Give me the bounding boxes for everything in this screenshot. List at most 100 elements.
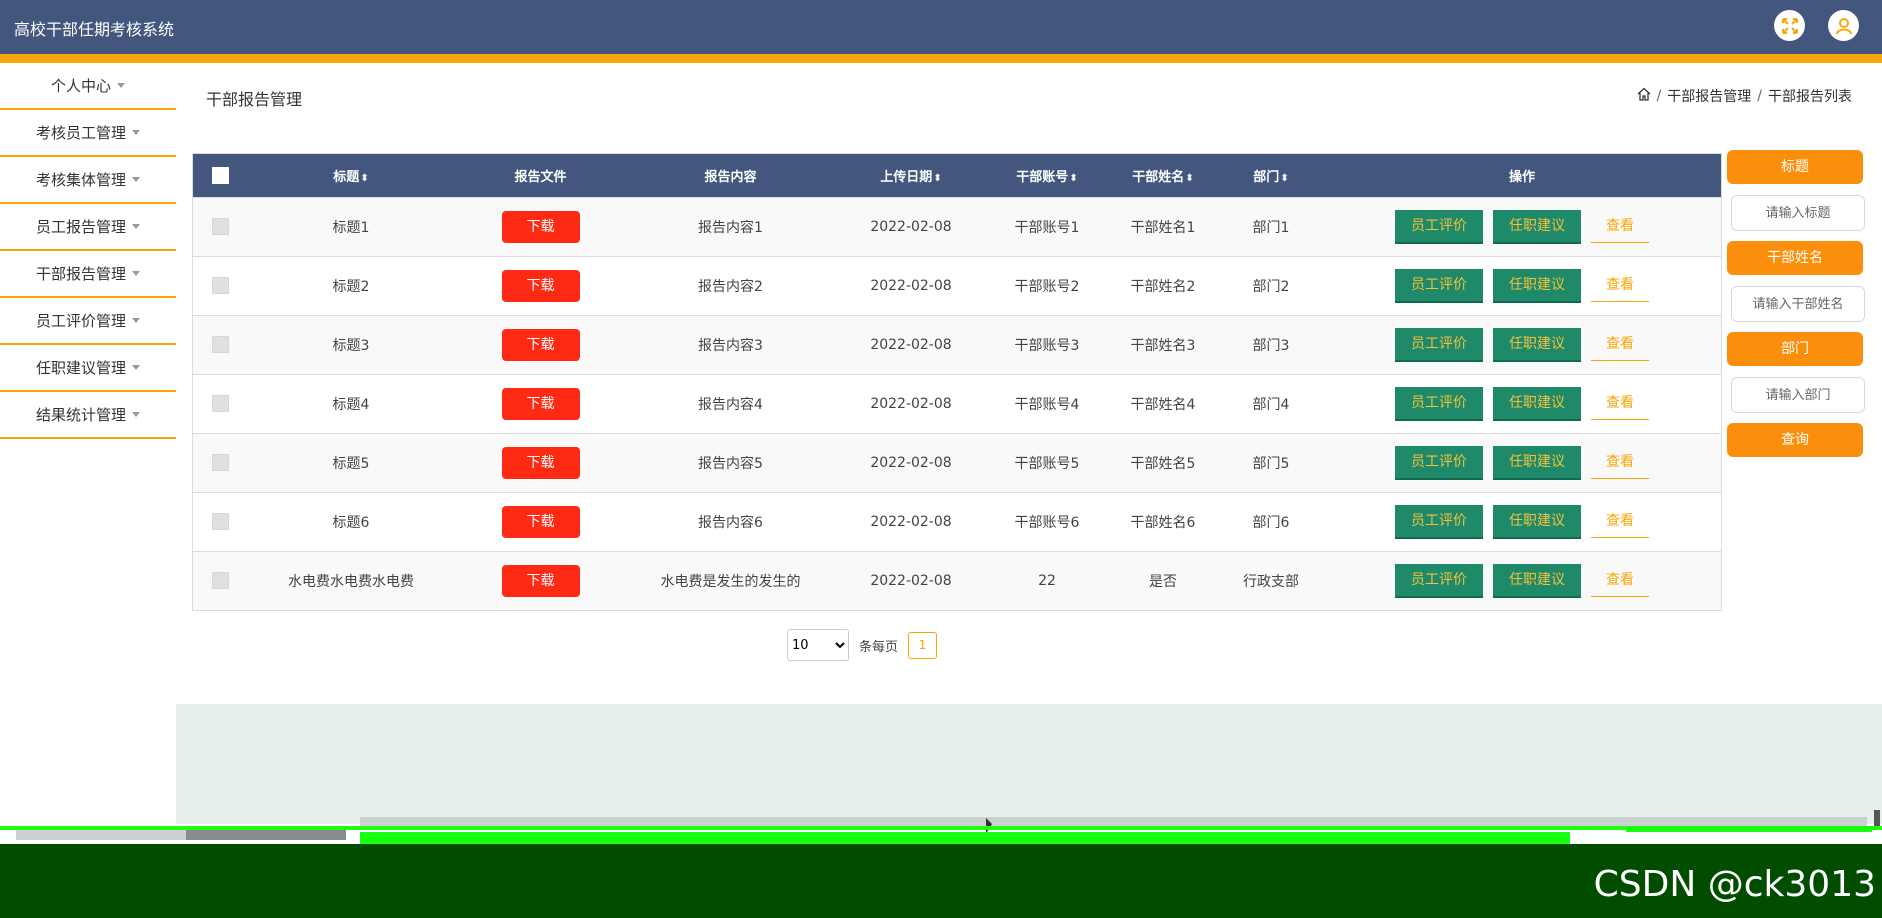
view-button[interactable]: 查看 bbox=[1591, 210, 1649, 243]
view-button[interactable]: 查看 bbox=[1591, 269, 1649, 302]
horizontal-scrollbar[interactable] bbox=[360, 817, 1867, 826]
download-button[interactable]: 下载 bbox=[501, 387, 580, 420]
suggest-button[interactable]: 任职建议 bbox=[1493, 504, 1581, 539]
header-date[interactable]: 上传日期⬍ bbox=[835, 154, 987, 197]
download-button[interactable]: 下载 bbox=[501, 564, 580, 597]
sidebar-item-label: 员工报告管理 bbox=[35, 218, 126, 236]
download-button[interactable]: 下载 bbox=[501, 446, 580, 479]
cell-title: 标题6 bbox=[332, 514, 370, 531]
row-checkbox[interactable] bbox=[211, 454, 229, 471]
caret-down-icon bbox=[117, 83, 125, 88]
search-title-input[interactable] bbox=[1731, 195, 1865, 231]
evaluate-button[interactable]: 员工评价 bbox=[1395, 504, 1483, 539]
search-name-input[interactable] bbox=[1731, 286, 1865, 322]
evaluate-button[interactable]: 员工评价 bbox=[1395, 386, 1483, 421]
cell-ops: 员工评价 任职建议 查看 bbox=[1323, 197, 1721, 256]
suggest-button[interactable]: 任职建议 bbox=[1493, 563, 1581, 598]
view-button[interactable]: 查看 bbox=[1591, 387, 1649, 420]
sidebar-item-staff-report[interactable]: 员工报告管理 bbox=[0, 204, 176, 251]
evaluate-button[interactable]: 员工评价 bbox=[1395, 327, 1483, 362]
row-actions: 员工评价 任职建议 查看 bbox=[1323, 563, 1721, 598]
header-account[interactable]: 干部账号⬍ bbox=[987, 154, 1107, 197]
sidebar-item-personal[interactable]: 个人中心 bbox=[0, 63, 176, 110]
user-icon[interactable] bbox=[1828, 10, 1859, 41]
breadcrumb: / 干部报告管理 / 干部报告列表 bbox=[1637, 86, 1852, 106]
sort-icon[interactable]: ⬍ bbox=[360, 173, 368, 184]
row-select-cell bbox=[193, 197, 247, 256]
evaluate-button[interactable]: 员工评价 bbox=[1395, 268, 1483, 303]
cell-account: 干部账号1 bbox=[1014, 219, 1080, 236]
download-button[interactable]: 下载 bbox=[501, 328, 580, 361]
row-select-cell bbox=[193, 492, 247, 551]
cell-name: 干部姓名5 bbox=[1130, 455, 1196, 472]
app-title: 高校干部任期考核系统 bbox=[14, 20, 175, 39]
page-number-button[interactable]: 1 bbox=[908, 631, 938, 659]
cell-dept: 部门3 bbox=[1252, 337, 1290, 354]
search-name-label: 干部姓名 bbox=[1727, 241, 1863, 275]
suggest-button[interactable]: 任职建议 bbox=[1493, 386, 1581, 421]
evaluate-button[interactable]: 员工评价 bbox=[1395, 563, 1483, 598]
suggest-button[interactable]: 任职建议 bbox=[1493, 445, 1581, 480]
header-label: 部门 bbox=[1253, 169, 1280, 185]
sidebar-item-evaluation[interactable]: 员工评价管理 bbox=[0, 298, 176, 345]
sort-icon[interactable]: ⬍ bbox=[1280, 173, 1288, 184]
table-row: 标题5 下载 报告内容5 2022-02-08 干部账号5 干部姓名5 部门5 员工评价 任职建… bbox=[193, 433, 1721, 492]
sidebar-item-staff[interactable]: 考核员工管理 bbox=[0, 110, 176, 157]
cell-title: 标题1 bbox=[332, 219, 370, 236]
breadcrumb-separator: / bbox=[1757, 88, 1762, 104]
suggest-button[interactable]: 任职建议 bbox=[1493, 268, 1581, 303]
breadcrumb-item[interactable]: 干部报告管理 bbox=[1667, 86, 1751, 106]
row-select-cell bbox=[193, 256, 247, 315]
sidebar-item-collective[interactable]: 考核集体管理 bbox=[0, 157, 176, 204]
view-button[interactable]: 查看 bbox=[1591, 328, 1649, 361]
row-checkbox[interactable] bbox=[211, 336, 229, 353]
cell-date: 2022-02-08 bbox=[870, 572, 952, 589]
cell-account: 干部账号3 bbox=[1014, 337, 1080, 354]
cell-title: 标题5 bbox=[332, 455, 370, 472]
cell-name: 是否 bbox=[1149, 573, 1177, 590]
row-checkbox[interactable] bbox=[211, 572, 229, 590]
cell-content: 报告内容2 bbox=[698, 278, 763, 295]
view-button[interactable]: 查看 bbox=[1591, 446, 1649, 479]
caret-down-icon bbox=[132, 412, 140, 417]
header-dept[interactable]: 部门⬍ bbox=[1219, 154, 1323, 197]
row-checkbox[interactable] bbox=[211, 277, 229, 294]
sidebar-item-label: 个人中心 bbox=[50, 77, 111, 95]
header-name[interactable]: 干部姓名⬍ bbox=[1107, 154, 1219, 197]
header-title[interactable]: 标题⬍ bbox=[247, 154, 455, 197]
row-checkbox[interactable] bbox=[211, 513, 229, 530]
download-button[interactable]: 下载 bbox=[501, 210, 580, 243]
row-actions: 员工评价 任职建议 查看 bbox=[1323, 209, 1721, 244]
search-dept-label: 部门 bbox=[1727, 332, 1863, 366]
sort-icon[interactable]: ⬍ bbox=[1185, 173, 1193, 184]
sort-icon[interactable]: ⬍ bbox=[1069, 173, 1077, 184]
view-button[interactable]: 查看 bbox=[1591, 505, 1649, 538]
sidebar-item-suggestion[interactable]: 任职建议管理 bbox=[0, 345, 176, 392]
cell-date: 2022-02-08 bbox=[870, 513, 952, 530]
search-dept-input[interactable] bbox=[1731, 377, 1865, 413]
cell-content: 报告内容6 bbox=[698, 514, 763, 531]
sidebar-item-cadre-report[interactable]: 干部报告管理 bbox=[0, 251, 176, 298]
cell-ops: 员工评价 任职建议 查看 bbox=[1323, 551, 1721, 610]
download-button[interactable]: 下载 bbox=[501, 269, 580, 302]
suggest-button[interactable]: 任职建议 bbox=[1493, 209, 1581, 244]
home-icon[interactable] bbox=[1637, 87, 1651, 105]
cell-ops: 员工评价 任职建议 查看 bbox=[1323, 315, 1721, 374]
cell-file: 下载 bbox=[455, 492, 626, 551]
search-title-label: 标题 bbox=[1727, 150, 1863, 184]
download-button[interactable]: 下载 bbox=[501, 505, 580, 538]
cell-file: 下载 bbox=[455, 197, 626, 256]
row-checkbox[interactable] bbox=[211, 395, 229, 412]
view-button[interactable]: 查看 bbox=[1591, 564, 1649, 598]
page-size-select[interactable]: 10 bbox=[787, 629, 849, 661]
expand-icon[interactable] bbox=[1774, 10, 1805, 41]
sort-icon[interactable]: ⬍ bbox=[933, 173, 941, 184]
evaluate-button[interactable]: 员工评价 bbox=[1395, 209, 1483, 244]
select-all-checkbox[interactable] bbox=[211, 166, 229, 184]
suggest-button[interactable]: 任职建议 bbox=[1493, 327, 1581, 362]
header-label: 报告内容 bbox=[704, 169, 757, 185]
query-button[interactable]: 查询 bbox=[1727, 423, 1863, 457]
sidebar-item-statistics[interactable]: 结果统计管理 bbox=[0, 392, 176, 439]
row-checkbox[interactable] bbox=[211, 218, 229, 235]
evaluate-button[interactable]: 员工评价 bbox=[1395, 445, 1483, 480]
